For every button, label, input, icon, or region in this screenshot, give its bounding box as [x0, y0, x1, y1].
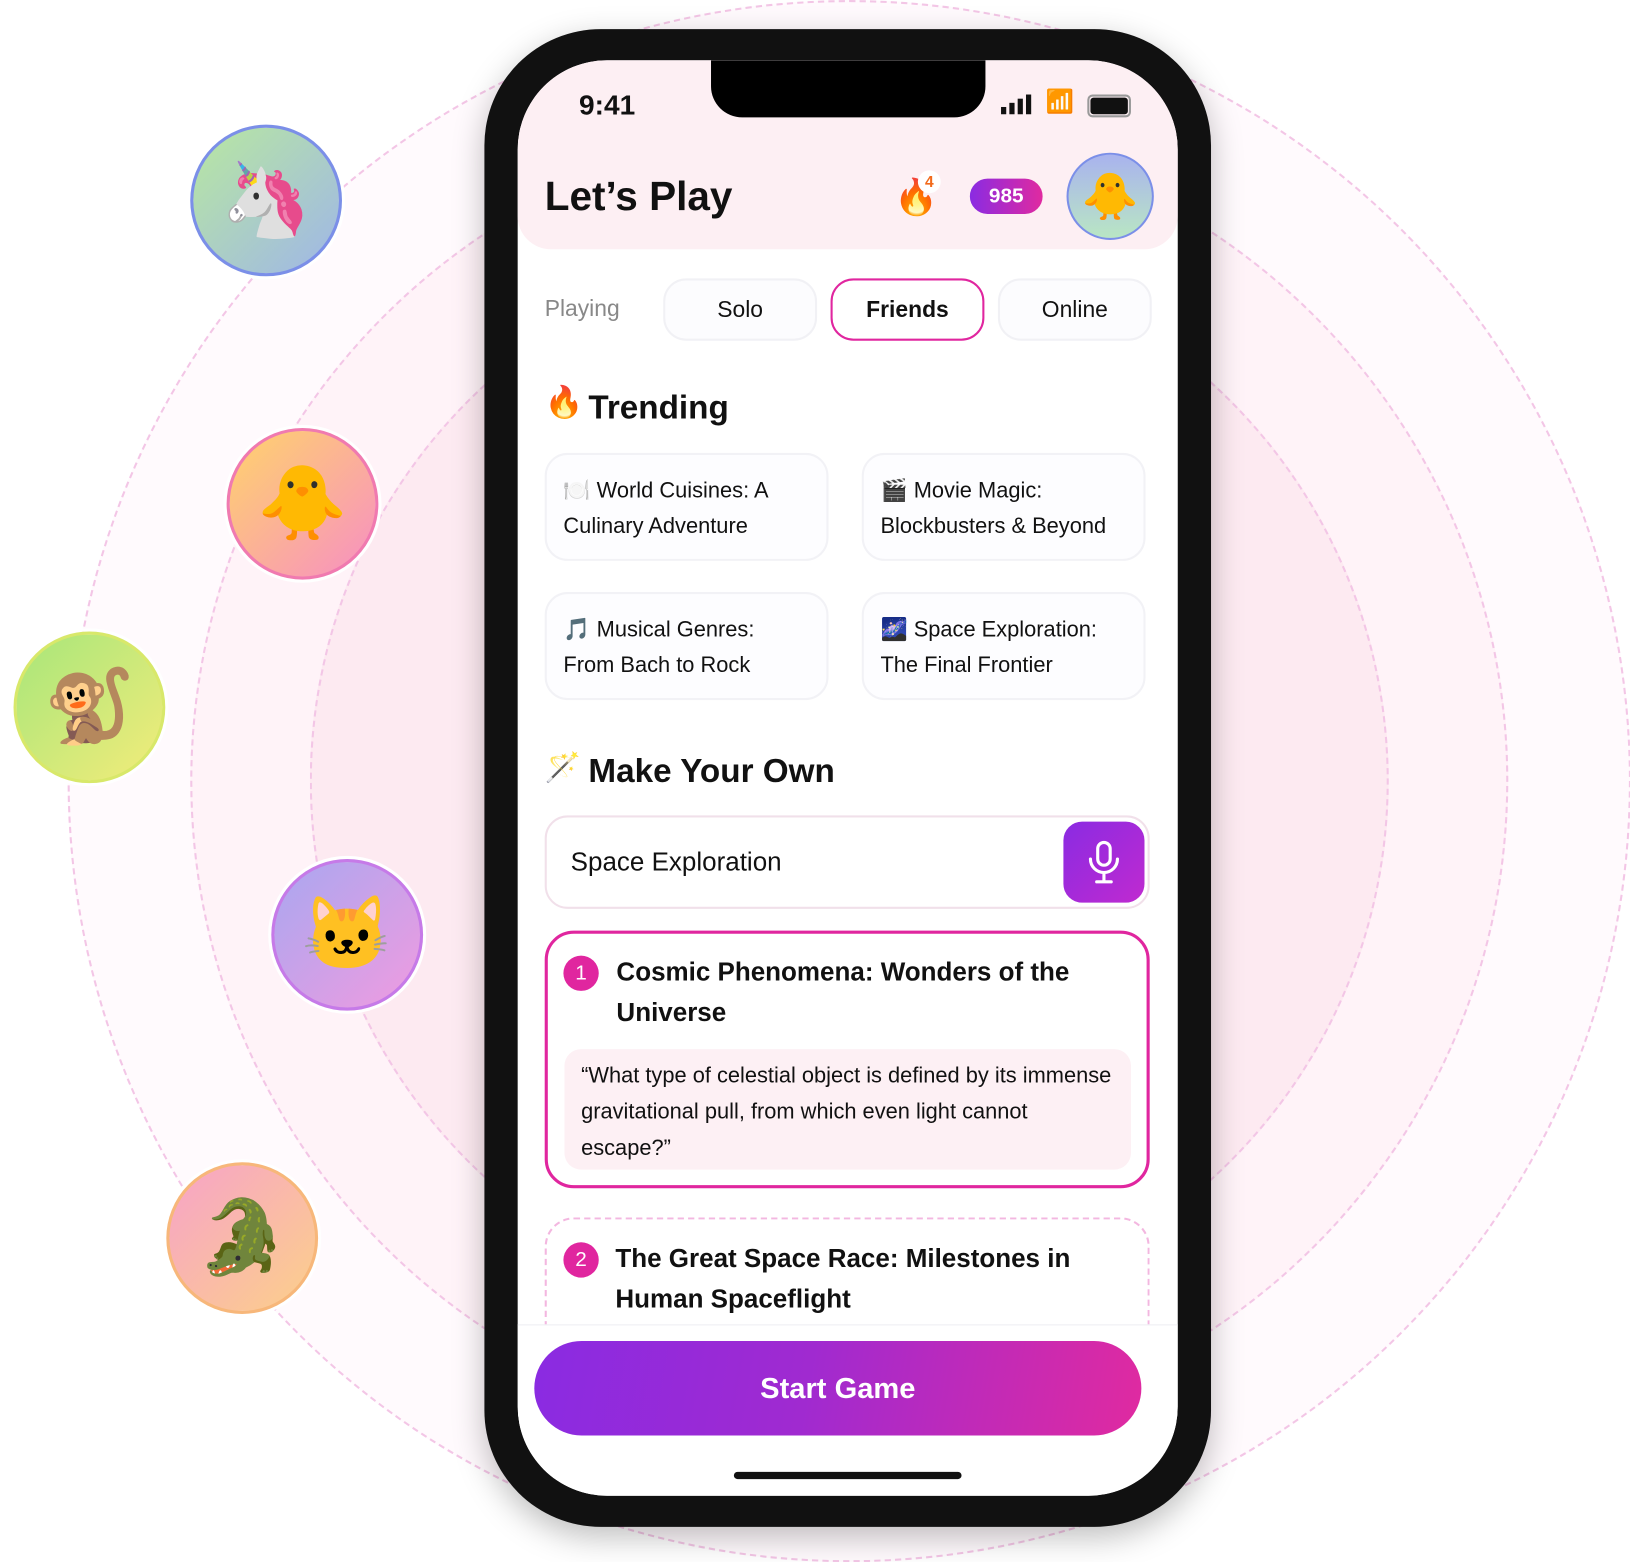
notch — [711, 60, 986, 118]
topic-input[interactable]: Space Exploration — [544, 815, 1150, 909]
trending-card[interactable]: 🎵 Musical Genres: From Bach to Rock — [544, 592, 829, 701]
tab-solo[interactable]: Solo — [663, 278, 818, 341]
suggestion-number: 1 — [563, 955, 599, 991]
page-title: Let’s Play — [544, 174, 733, 220]
fire-icon: 🔥 — [544, 385, 584, 420]
tab-friends[interactable]: Friends — [830, 278, 985, 341]
clapper-icon: 🎬 — [880, 478, 908, 503]
sample-question: “What type of celestial object is define… — [564, 1049, 1131, 1170]
topic-input-value: Space Exploration — [570, 847, 782, 877]
magic-wand-icon: 🪄 — [544, 750, 581, 784]
cat-avatar: 🐱 — [271, 859, 424, 1011]
app-screen: 9:41 📶 Let’s Play 🔥 4 985 🐥 Playing Solo… — [517, 60, 1178, 1496]
points-badge: 985 — [969, 178, 1043, 214]
card-title: World Cuisines: A Culinary Adventure — [563, 478, 768, 539]
suggestion-number: 2 — [563, 1242, 599, 1278]
music-note-icon: 🎵 — [563, 618, 591, 642]
milky-way-icon: 🌌 — [880, 618, 908, 642]
microphone-icon — [1088, 840, 1120, 884]
make-your-own-heading: Make Your Own — [588, 752, 835, 790]
suggestion-title: Cosmic Phenomena: Wonders of the Univers… — [616, 957, 1070, 1028]
cuisine-icon: 🍽️ — [563, 478, 591, 503]
microphone-button[interactable] — [1063, 821, 1145, 903]
signal-icon — [1001, 94, 1032, 115]
user-avatar[interactable]: 🐥 — [1066, 152, 1154, 240]
trending-card[interactable]: 🍽️ World Cuisines: A Culinary Adventure — [544, 452, 829, 561]
start-game-button[interactable]: Start Game — [534, 1340, 1142, 1436]
card-title: Movie Magic: Blockbusters & Beyond — [880, 478, 1107, 539]
tab-online[interactable]: Online — [997, 278, 1152, 341]
suggestion-card-selected[interactable]: 1 Cosmic Phenomena: Wonders of the Unive… — [544, 930, 1150, 1189]
home-indicator — [733, 1471, 962, 1480]
trending-heading: Trending — [588, 388, 729, 426]
battery-icon — [1087, 94, 1131, 118]
trending-card[interactable]: 🌌 Space Exploration: The Final Frontier — [861, 592, 1146, 701]
playing-label: Playing — [544, 294, 620, 321]
trending-card[interactable]: 🎬 Movie Magic: Blockbusters & Beyond — [861, 452, 1146, 561]
card-title: Musical Genres: From Bach to Rock — [563, 618, 755, 678]
monkey-avatar: 🐒 — [13, 631, 166, 784]
chick-avatar: 🐥 — [226, 427, 379, 580]
status-time: 9:41 — [579, 89, 636, 121]
suggestion-title: The Great Space Race: Milestones in Huma… — [615, 1244, 1071, 1314]
wifi-icon: 📶 — [1045, 88, 1075, 115]
streak-count: 4 — [917, 170, 941, 194]
crocodile-avatar: 🐊 — [166, 1162, 319, 1314]
unicorn-avatar: 🦄 — [190, 124, 342, 277]
card-title: Space Exploration: The Final Frontier — [880, 618, 1097, 678]
